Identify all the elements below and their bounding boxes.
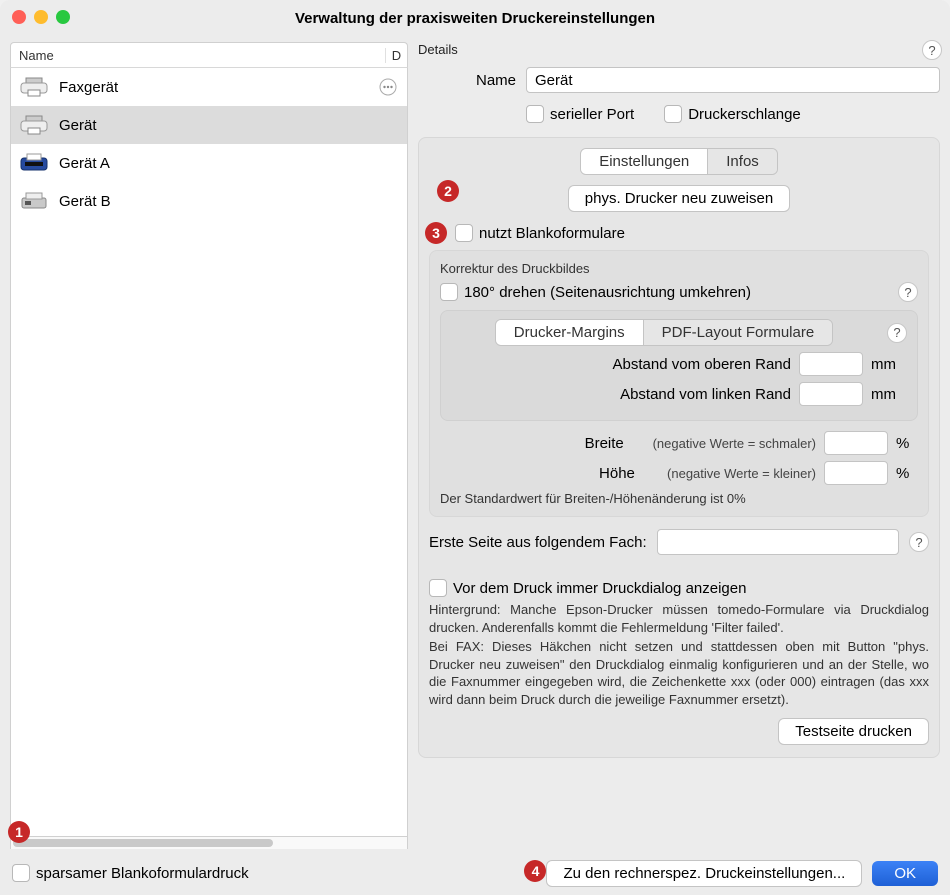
list-item-label: Gerät [59,117,97,134]
unit-mm: mm [871,386,907,403]
help-icon[interactable]: ? [898,282,918,302]
rotate-180-checkbox[interactable]: 180° drehen (Seitenausrichtung umkehren) [440,283,888,301]
unit-mm: mm [871,356,907,373]
default-note: Der Standardwert für Breiten-/Höhenänder… [440,491,918,506]
tab-printer-margins[interactable]: Drucker-Margins [496,320,643,345]
help-icon[interactable]: ? [909,532,929,552]
column-name[interactable]: Name [11,48,385,63]
printer-queue-checkbox[interactable]: Druckerschlange [664,105,801,123]
name-field-label: Name [418,72,516,89]
margins-box: Drucker-Margins PDF-Layout Formulare ? A… [440,310,918,421]
top-margin-input[interactable] [799,352,863,376]
tab-pdf-layout[interactable]: PDF-Layout Formulare [643,320,833,345]
width-label: Breite [585,435,645,452]
footer: sparsamer Blankoformulardruck 4 Zu den r… [0,851,950,895]
checkbox-icon [664,105,682,123]
settings-box: Einstellungen Infos phys. Drucker neu zu… [418,137,940,758]
horizontal-scrollbar[interactable] [10,837,408,849]
list-item[interactable]: Faxgerät [11,68,407,106]
checkbox-icon [455,224,473,242]
printer-icon [19,152,49,174]
print-correction-title: Korrektur des Druckbildes [440,261,918,276]
test-page-button[interactable]: Testseite drucken [778,718,929,745]
printer-list-header: Name D [10,42,408,68]
printer-icon [19,190,49,212]
height-hint: (negative Werte = kleiner) [667,466,816,481]
checkbox-icon [429,579,447,597]
checkbox-icon [526,105,544,123]
uses-blank-forms-label: nutzt Blankoformulare [479,225,625,242]
unit-percent: % [896,435,918,452]
printer-icon [19,76,49,98]
width-hint: (negative Werte = schmaler) [653,436,816,451]
info-paragraph-1: Hintergrund: Manche Epson-Drucker müssen… [429,601,929,636]
column-d[interactable]: D [385,48,407,63]
first-page-tray-input[interactable] [657,529,899,555]
printer-icon [19,114,49,136]
window-title: Verwaltung der praxisweiten Druckereinst… [295,10,655,27]
list-item-label: Faxgerät [59,79,118,96]
sparse-blank-print-checkbox[interactable]: sparsamer Blankoformulardruck [12,864,249,882]
list-item-label: Gerät A [59,155,110,172]
list-item[interactable]: Gerät A [11,144,407,182]
always-show-dialog-checkbox[interactable]: Vor dem Druck immer Druckdialog anzeigen [429,579,929,597]
tab-info[interactable]: Infos [707,149,777,174]
name-input[interactable] [526,67,940,93]
height-input[interactable] [824,461,888,485]
always-show-dialog-label: Vor dem Druck immer Druckdialog anzeigen [453,580,746,597]
height-label: Höhe [599,465,659,482]
list-item-label: Gerät B [59,193,111,210]
margin-tabs: Drucker-Margins PDF-Layout Formulare [495,319,833,346]
printer-queue-label: Druckerschlange [688,106,801,123]
minimize-window-button[interactable] [34,10,48,24]
computer-settings-button[interactable]: Zu den rechnerspez. Druckeinstellungen..… [546,860,862,887]
left-margin-label: Abstand vom linken Rand [620,386,791,403]
info-paragraph-2: Bei FAX: Dieses Häkchen nicht setzen und… [429,638,929,708]
checkbox-icon [12,864,30,882]
width-input[interactable] [824,431,888,455]
first-page-tray-label: Erste Seite aus folgendem Fach: [429,534,647,551]
print-correction-box: Korrektur des Druckbildes 180° drehen (S… [429,250,929,517]
details-pane: Details ? Name serieller Port Druckersch… [418,42,940,885]
checkbox-icon [440,283,458,301]
settings-tabs: Einstellungen Infos [580,148,778,175]
sparse-blank-print-label: sparsamer Blankoformulardruck [36,865,249,882]
more-icon[interactable] [379,78,397,96]
callout-4: 4 [524,860,546,882]
titlebar: Verwaltung der praxisweiten Druckereinst… [0,0,950,36]
callout-3: 3 [425,222,447,244]
help-icon[interactable]: ? [887,323,907,343]
ok-button[interactable]: OK [872,861,938,886]
callout-2: 2 [437,180,459,202]
details-section-label: Details [418,42,940,57]
tab-settings[interactable]: Einstellungen [581,149,707,174]
serial-port-checkbox[interactable]: serieller Port [526,105,634,123]
top-margin-label: Abstand vom oberen Rand [613,356,791,373]
reassign-printer-button[interactable]: phys. Drucker neu zuweisen [568,185,790,212]
scrollbar-thumb[interactable] [13,839,273,847]
zoom-window-button[interactable] [56,10,70,24]
left-margin-input[interactable] [799,382,863,406]
window-controls [12,10,70,24]
printer-list[interactable]: Faxgerät Gerät Gerät A Gerät B [10,68,408,837]
list-item[interactable]: Gerät [11,106,407,144]
help-icon[interactable]: ? [922,40,942,60]
rotate-180-label: 180° drehen (Seitenausrichtung umkehren) [464,284,751,301]
close-window-button[interactable] [12,10,26,24]
unit-percent: % [896,465,918,482]
printer-list-pane: Name D Faxgerät Gerät Gerät A [10,42,408,885]
serial-port-label: serieller Port [550,106,634,123]
list-item[interactable]: Gerät B [11,182,407,220]
callout-1: 1 [8,821,30,843]
uses-blank-forms-checkbox[interactable]: nutzt Blankoformulare [455,224,929,242]
